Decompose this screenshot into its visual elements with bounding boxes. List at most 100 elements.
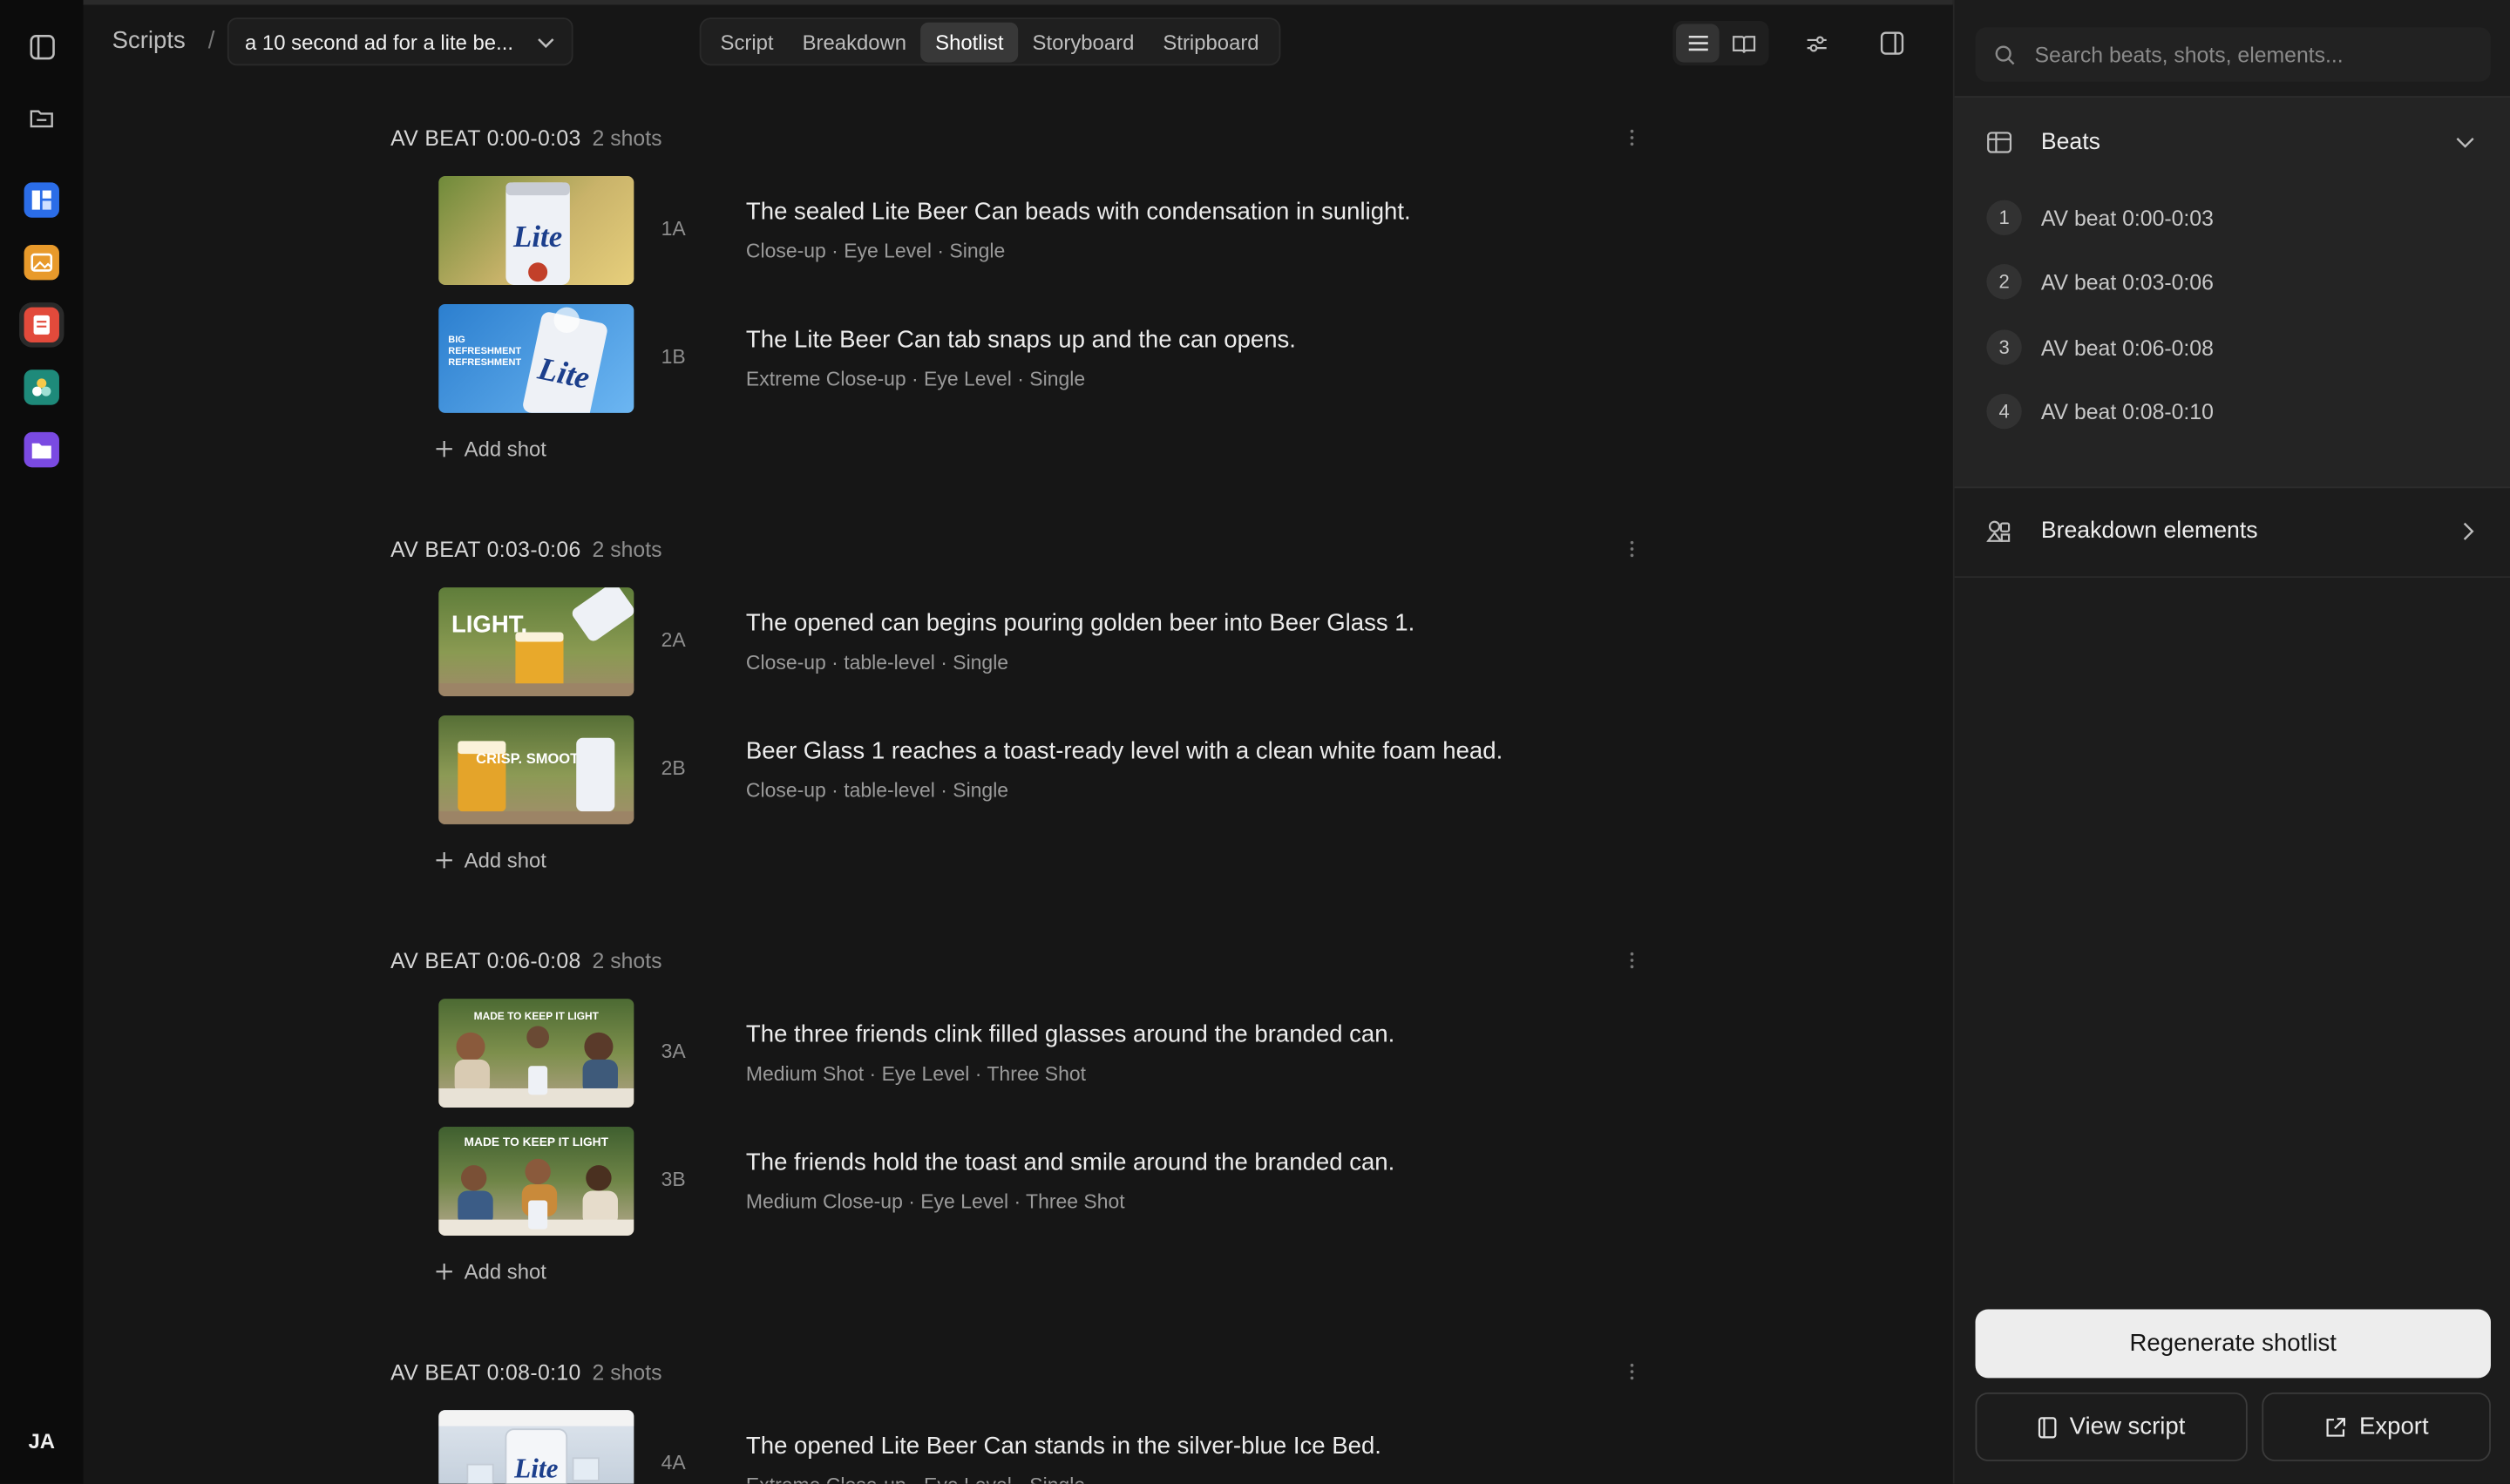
more-options-icon[interactable] — [1623, 122, 1638, 154]
beat-list-item[interactable]: 3 AV beat 0:06-0:08 — [1986, 329, 2214, 365]
shot-number: 1B — [661, 345, 686, 369]
app-boards-icon[interactable] — [24, 182, 59, 218]
breakdown-elements-section: Breakdown elements — [1954, 486, 2510, 579]
beats-header[interactable]: Beats — [1986, 126, 2474, 159]
right-panel: Beats 1 AV beat 0:00-0:03 2 AV beat 0:03… — [1952, 0, 2510, 1484]
more-options-icon[interactable] — [1623, 533, 1638, 566]
filter-sliders-icon[interactable] — [1801, 27, 1833, 59]
shot-row[interactable]: MADE TO KEEP IT LIGHT 3B The friends hol… — [438, 1127, 1591, 1236]
beat-list-item[interactable]: 1 AV beat 0:00-0:03 — [1986, 200, 2214, 235]
thumb-label: LIGHT. — [451, 611, 527, 638]
sidebar-toggle-icon[interactable] — [23, 27, 61, 65]
tab-script[interactable]: Script — [706, 22, 788, 62]
add-shot-button[interactable]: Add shot — [436, 844, 546, 876]
chevron-down-icon — [2456, 136, 2475, 149]
shapes-icon — [1986, 520, 2011, 542]
shot-thumbnail: CRISP. SMOOTH. — [438, 715, 634, 824]
search-box — [1975, 27, 2491, 82]
plus-icon — [436, 1263, 452, 1279]
document-icon — [2038, 1416, 2057, 1438]
shot-thumbnail: Lite — [438, 1410, 634, 1484]
panel-toggle-icon[interactable] — [1876, 27, 1909, 59]
beat-shot-count: 2 shots — [592, 537, 662, 561]
book-view-icon[interactable] — [1722, 24, 1766, 63]
table-icon — [1987, 132, 2012, 153]
more-options-icon[interactable] — [1623, 1356, 1638, 1388]
shot-thumbnail: LIGHT. — [438, 587, 634, 696]
export-button[interactable]: Export — [2262, 1392, 2491, 1461]
beat-list-label: AV beat 0:00-0:03 — [2040, 206, 2214, 230]
shot-thumbnail: MADE TO KEEP IT LIGHT — [438, 999, 634, 1108]
thumb-label: Lite — [512, 220, 562, 254]
shot-row[interactable]: Lite 1A The sealed Lite Beer Can beads w… — [438, 176, 1591, 285]
add-shot-button[interactable]: Add shot — [436, 432, 546, 464]
beat-list-item[interactable]: 4 AV beat 0:08-0:10 — [1986, 393, 2214, 430]
search-icon — [1995, 44, 2015, 64]
breadcrumb-separator: / — [207, 27, 215, 55]
beat-section: AV BEAT 0:06-0:08 2 shots MADE TO KEEP I… — [390, 945, 1639, 1283]
view-script-label: View script — [2069, 1413, 2186, 1441]
breakdown-elements-header[interactable]: Breakdown elements — [1986, 515, 2474, 547]
shot-meta: Medium Shot · Eye Level · Three Shot — [745, 1062, 1086, 1086]
more-options-icon[interactable] — [1623, 945, 1638, 977]
shot-description: Beer Glass 1 reaches a toast-ready level… — [745, 737, 1503, 765]
shot-number: 3B — [661, 1168, 686, 1191]
beat-header: AV BEAT 0:00-0:03 2 shots — [390, 122, 1639, 154]
beat-title: AV BEAT 0:08-0:10 — [390, 1359, 581, 1384]
tab-storyboard[interactable]: Storyboard — [1018, 22, 1149, 62]
beat-shot-count: 2 shots — [592, 125, 662, 150]
view-script-button[interactable]: View script — [1975, 1392, 2248, 1461]
shot-number: 4A — [661, 1451, 686, 1474]
shotlist: AV BEAT 0:00-0:03 2 shots Lite 1A The se… — [84, 80, 1953, 1484]
shot-row[interactable]: CRISP. SMOOTH. 2B Beer Glass 1 reaches a… — [438, 715, 1591, 824]
shot-thumbnail: BIG REFRESHMENT REFRESHMENT Lite — [438, 303, 634, 413]
add-shot-button[interactable]: Add shot — [436, 1255, 546, 1287]
tab-stripboard[interactable]: Stripboard — [1149, 22, 1273, 62]
tab-breakdown[interactable]: Breakdown — [788, 22, 921, 62]
app-elements-icon[interactable] — [24, 369, 59, 405]
app-files-icon[interactable] — [24, 431, 59, 468]
shot-row[interactable]: Lite 4A The opened Lite Beer Can stands … — [438, 1410, 1591, 1484]
shot-number: 2B — [661, 756, 686, 780]
shot-number: 1A — [661, 217, 686, 241]
tab-shotlist[interactable]: Shotlist — [920, 21, 1019, 62]
beat-number-badge: 4 — [1986, 393, 2022, 430]
regenerate-shotlist-button[interactable]: Regenerate shotlist — [1975, 1309, 2491, 1379]
beats-section: Beats 1 AV beat 0:00-0:03 2 AV beat 0:03… — [1954, 96, 2510, 489]
breakdown-elements-label: Breakdown elements — [2040, 518, 2258, 545]
shot-row[interactable]: BIG REFRESHMENT REFRESHMENT Lite 1B The … — [438, 303, 1591, 413]
search-input[interactable] — [2031, 40, 2454, 69]
shot-meta: Medium Close-up · Eye Level · Three Shot — [745, 1190, 1125, 1214]
shot-meta: Extreme Close-up · Eye Level · Single — [745, 368, 1086, 391]
shot-number: 2A — [661, 628, 686, 652]
beat-list-label: AV beat 0:06-0:08 — [2040, 335, 2214, 360]
beat-number-badge: 2 — [1986, 264, 2022, 300]
svg-text:REFRESHMENT: REFRESHMENT — [448, 357, 521, 368]
shot-row[interactable]: MADE TO KEEP IT LIGHT 3A The three frien… — [438, 999, 1591, 1108]
beat-section: AV BEAT 0:08-0:10 2 shots Lite 4A The op… — [390, 1356, 1639, 1484]
beat-section: AV BEAT 0:00-0:03 2 shots Lite 1A The se… — [390, 122, 1639, 460]
beat-title: AV BEAT 0:06-0:08 — [390, 948, 581, 972]
add-shot-label: Add shot — [464, 1258, 546, 1284]
breadcrumb-scripts[interactable]: Scripts — [112, 27, 186, 54]
app-scripts-icon[interactable] — [24, 307, 59, 343]
chevron-right-icon — [2462, 522, 2475, 541]
shot-meta: Close-up · table-level · Single — [745, 779, 1009, 803]
shot-description: The three friends clink filled glasses a… — [745, 1020, 1395, 1049]
shot-description: The friends hold the toast and smile aro… — [745, 1149, 1395, 1176]
add-shot-label: Add shot — [464, 436, 546, 461]
app-root: JA Scripts / a 10 second ad for a lite b… — [0, 0, 2510, 1484]
beat-list-item[interactable]: 2 AV beat 0:03-0:06 — [1986, 264, 2214, 300]
thumb-label: CRISP. SMOOTH. — [476, 750, 594, 767]
list-view-icon[interactable] — [1676, 24, 1720, 63]
plus-icon — [436, 851, 452, 868]
export-label: Export — [2358, 1413, 2429, 1441]
shot-description: The sealed Lite Beer Can beads with cond… — [745, 198, 1411, 226]
folder-icon[interactable] — [23, 98, 61, 136]
layout-toggle — [1672, 20, 1769, 66]
shot-row[interactable]: LIGHT. 2A The opened can begins pouring … — [438, 587, 1591, 696]
avatar[interactable]: JA — [16, 1420, 67, 1461]
app-images-icon[interactable] — [24, 245, 59, 281]
top-bar: Scripts / a 10 second ad for a lite be..… — [83, 0, 1953, 80]
script-selector[interactable]: a 10 second ad for a lite be... — [227, 17, 573, 66]
